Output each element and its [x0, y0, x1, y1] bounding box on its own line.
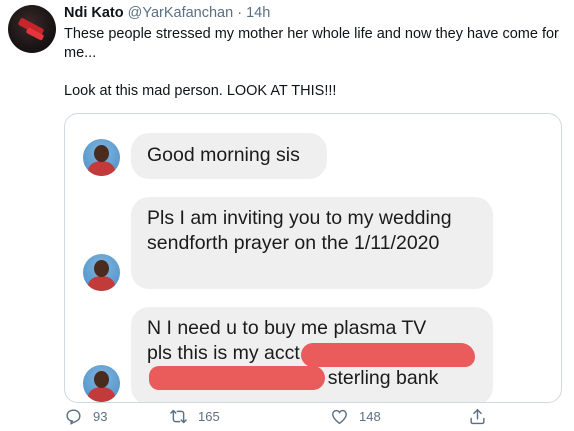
share-icon: [470, 408, 485, 424]
retweet-count: 165: [198, 408, 220, 424]
share-button[interactable]: [468, 405, 497, 427]
reply-count: 93: [93, 408, 108, 424]
author-handle[interactable]: @YarKafanchan: [128, 5, 234, 21]
like-button[interactable]: 148: [330, 405, 381, 427]
header-separator: ·: [237, 5, 243, 21]
redaction-mark: [149, 366, 325, 390]
like-count: 148: [359, 408, 381, 424]
redaction-mark: [301, 343, 475, 367]
chat-message-text: Pls I am inviting you to my wedding send…: [147, 207, 452, 254]
author-avatar[interactable]: [8, 5, 56, 53]
tweet-text-line-1: These people stressed my mother her whol…: [64, 26, 559, 61]
chat-message-text: Good morning sis: [147, 144, 300, 166]
chat-message-line: N I need u to buy me plasma TV: [147, 317, 427, 339]
tweet-header: Ndi Kato @YarKafanchan · 14h: [64, 4, 270, 23]
retweet-icon: [170, 409, 187, 423]
tweet-actions-bar: 93 165 148: [64, 405, 544, 427]
chat-sender-avatar: [83, 139, 120, 176]
chat-sender-avatar: [83, 365, 120, 402]
chat-message-bubble: Pls I am inviting you to my wedding send…: [131, 197, 493, 289]
tweet-media-image[interactable]: Good morning sis Pls I am inviting you t…: [64, 113, 562, 403]
author-name[interactable]: Ndi Kato: [64, 5, 124, 21]
retweet-button[interactable]: 165: [169, 405, 220, 427]
reply-icon: [66, 408, 81, 425]
chat-message-bubble: Good morning sis: [131, 133, 327, 179]
tweet-time[interactable]: 14h: [246, 5, 270, 21]
tweet-text-line-2: Look at this mad person. LOOK AT THIS!!!: [64, 83, 337, 99]
chat-sender-avatar: [83, 254, 120, 291]
reply-button[interactable]: 93: [64, 405, 107, 427]
tweet-text: These people stressed my mother her whol…: [64, 25, 564, 101]
like-icon: [332, 409, 347, 424]
